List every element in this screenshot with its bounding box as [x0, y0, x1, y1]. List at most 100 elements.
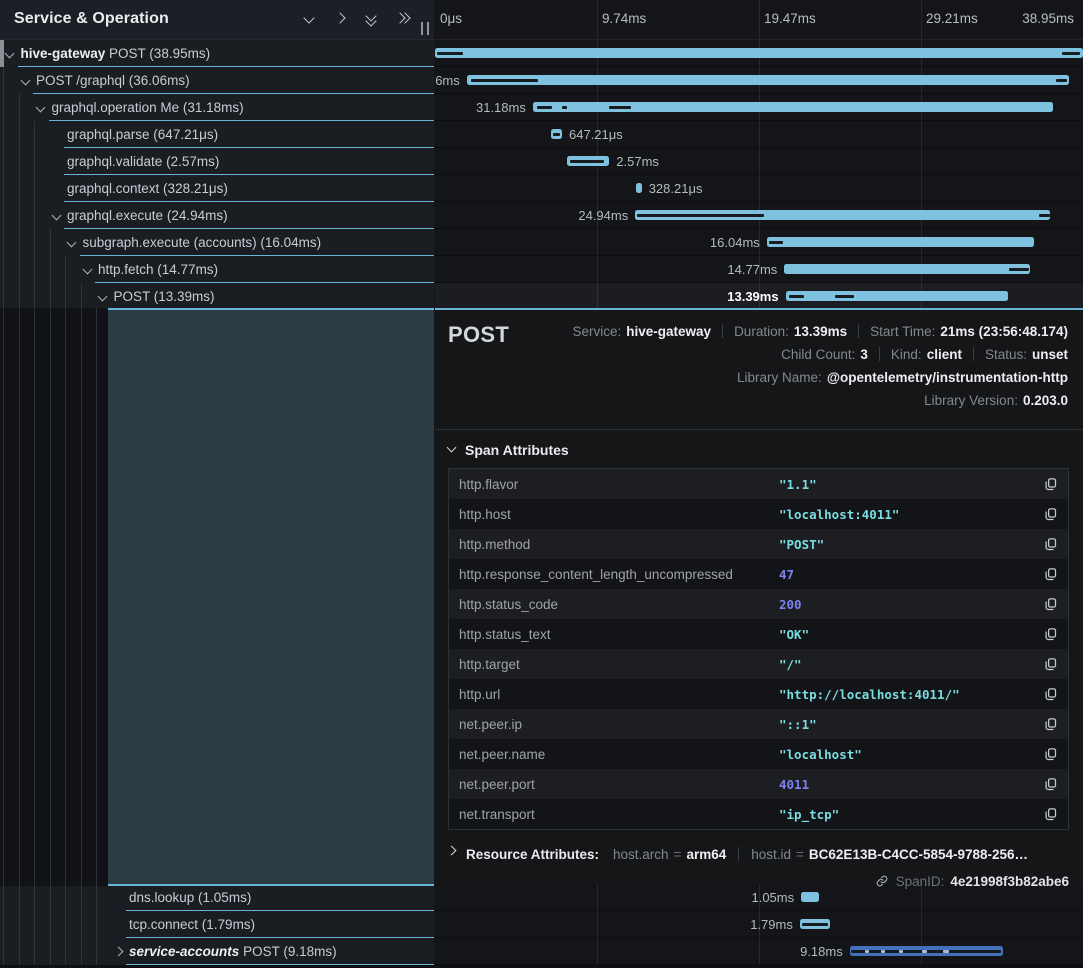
detail-meta-line: Library Version:0.203.0 — [924, 390, 1068, 410]
link-icon[interactable] — [874, 873, 890, 889]
child-span-mark — [437, 52, 463, 55]
span-duration-bar[interactable] — [467, 75, 1069, 85]
copy-icon[interactable] — [1042, 716, 1058, 732]
copy-icon[interactable] — [1042, 626, 1058, 642]
span-name-label: subgraph.execute (accounts) (16.04ms) — [83, 235, 322, 250]
chevron-right-icon — [401, 14, 409, 22]
span-tree-row[interactable]: POST (13.39ms) — [0, 283, 434, 310]
span-duration-bar[interactable] — [767, 237, 1034, 247]
copy-icon[interactable] — [1042, 596, 1058, 612]
attribute-row: http.flavor"1.1" — [449, 469, 1068, 499]
span-tree-row[interactable]: dns.lookup (1.05ms) — [0, 884, 434, 911]
copy-icon[interactable] — [1042, 746, 1058, 762]
span-timeline-row[interactable]: 38.95ms — [435, 40, 1083, 67]
span-timeline-row[interactable]: 328.21μs — [435, 175, 1083, 202]
span-detail-title: POST — [448, 322, 509, 348]
expand-one-icon[interactable] — [334, 12, 348, 26]
indent-guide — [65, 911, 66, 938]
span-timeline-row[interactable]: 9.18ms — [435, 938, 1083, 965]
attribute-row: http.status_text"OK" — [449, 619, 1068, 649]
chevron-down-icon — [367, 17, 375, 25]
indent-guide — [3, 884, 4, 911]
indent-guide — [34, 283, 35, 310]
expand-all-icon[interactable] — [396, 12, 410, 26]
pane-resize-grip[interactable] — [421, 22, 429, 35]
indent-guide — [34, 938, 35, 965]
span-name-label: POST (13.39ms) — [114, 289, 215, 304]
span-tree-row[interactable]: graphql.validate (2.57ms) — [0, 148, 434, 175]
span-detail-header: POST Service:hive-gatewayDuration:13.39m… — [435, 310, 1083, 430]
span-tree-row[interactable]: hive-gateway POST (38.95ms) — [0, 40, 434, 67]
collapse-all-icon[interactable] — [365, 12, 379, 26]
tree-scrollbar-thumb[interactable] — [0, 40, 4, 67]
span-duration-bar[interactable] — [786, 291, 1009, 301]
span-name-label: graphql.execute (24.94ms) — [67, 208, 228, 223]
ruler-tick-label: 29.21ms — [926, 11, 978, 26]
resource-divider — [738, 847, 739, 861]
span-tree-row[interactable]: graphql.context (328.21μs) — [0, 175, 434, 202]
span-detail-meta: Service:hive-gatewayDuration:13.39msStar… — [572, 321, 1068, 410]
child-span-mark — [899, 950, 903, 953]
child-span-mark — [570, 160, 604, 163]
attribute-value: 4011 — [779, 777, 1042, 792]
indent-guide — [81, 938, 82, 965]
attribute-key: net.transport — [459, 807, 779, 822]
meta-label: Duration: — [734, 324, 789, 339]
attribute-value: "OK" — [779, 627, 1042, 642]
span-duration-bar[interactable] — [801, 892, 818, 902]
span-timeline-row[interactable]: 36.06ms — [435, 67, 1083, 94]
attribute-key: net.peer.ip — [459, 717, 779, 732]
indent-guide — [34, 148, 35, 175]
span-tree-row[interactable]: subgraph.execute (accounts) (16.04ms) — [0, 229, 434, 256]
copy-icon[interactable] — [1042, 776, 1058, 792]
copy-icon[interactable] — [1042, 506, 1058, 522]
indent-guide — [65, 283, 66, 310]
copy-icon[interactable] — [1042, 536, 1058, 552]
bar-duration-label: 9.18ms — [800, 944, 843, 959]
span-duration-bar[interactable] — [636, 183, 642, 193]
tree-header-controls — [303, 12, 410, 26]
span-tree-row[interactable]: http.fetch (14.77ms) — [0, 256, 434, 283]
span-attributes-toggle[interactable]: Span Attributes — [448, 439, 1069, 461]
service-name: hive-gateway — [21, 46, 106, 61]
attribute-row: net.peer.name"localhost" — [449, 739, 1068, 769]
span-tree-row[interactable]: graphql.execute (24.94ms) — [0, 202, 434, 229]
span-timeline-row[interactable]: 14.77ms — [435, 256, 1083, 283]
span-tree-pane: Service & Operation hive-gateway POST (3… — [0, 0, 434, 968]
span-duration-bar[interactable] — [435, 48, 1083, 58]
span-tree-row[interactable]: POST /graphql (36.06ms) — [0, 67, 434, 94]
span-tree-row[interactable]: graphql.operation Me (31.18ms) — [0, 94, 434, 121]
span-timeline-row[interactable]: 2.57ms — [435, 148, 1083, 175]
indent-guide — [3, 911, 4, 938]
indent-guide — [81, 283, 82, 310]
bar-duration-label: 647.21μs — [569, 127, 623, 142]
indent-guide — [19, 911, 20, 938]
child-span-mark — [881, 950, 885, 953]
copy-icon[interactable] — [1042, 656, 1058, 672]
span-tree-row[interactable]: tcp.connect (1.79ms) — [0, 911, 434, 938]
collapse-one-icon[interactable] — [303, 12, 317, 26]
tree-header-title: Service & Operation — [14, 10, 169, 28]
copy-icon[interactable] — [1042, 476, 1058, 492]
span-timeline-row[interactable]: 647.21μs — [435, 121, 1083, 148]
span-tree-row[interactable]: service-accounts POST (9.18ms) — [0, 938, 434, 965]
copy-icon[interactable] — [1042, 566, 1058, 582]
span-duration-bar[interactable] — [784, 264, 1030, 274]
copy-icon[interactable] — [1042, 806, 1058, 822]
attribute-key: http.response_content_length_uncompresse… — [459, 567, 779, 582]
span-timeline-row[interactable]: 24.94ms — [435, 202, 1083, 229]
span-timeline-row[interactable]: 31.18ms — [435, 94, 1083, 121]
child-span-mark — [637, 214, 763, 217]
span-timeline-row[interactable]: 1.79ms — [435, 911, 1083, 938]
chevron-right-icon — [115, 948, 123, 956]
meta-label: Service: — [572, 324, 621, 339]
copy-icon[interactable] — [1042, 686, 1058, 702]
span-tree-row[interactable]: graphql.parse (647.21μs) — [0, 121, 434, 148]
span-timeline-row[interactable]: 13.39ms — [435, 283, 1083, 310]
resource-attributes-row[interactable]: Resource Attributes: host.arch=arm64host… — [448, 844, 1069, 864]
attribute-value: 200 — [779, 597, 1042, 612]
indent-guide — [19, 283, 20, 310]
attribute-key: http.status_text — [459, 627, 779, 642]
span-timeline-row[interactable]: 16.04ms — [435, 229, 1083, 256]
indent-guide — [34, 229, 35, 256]
